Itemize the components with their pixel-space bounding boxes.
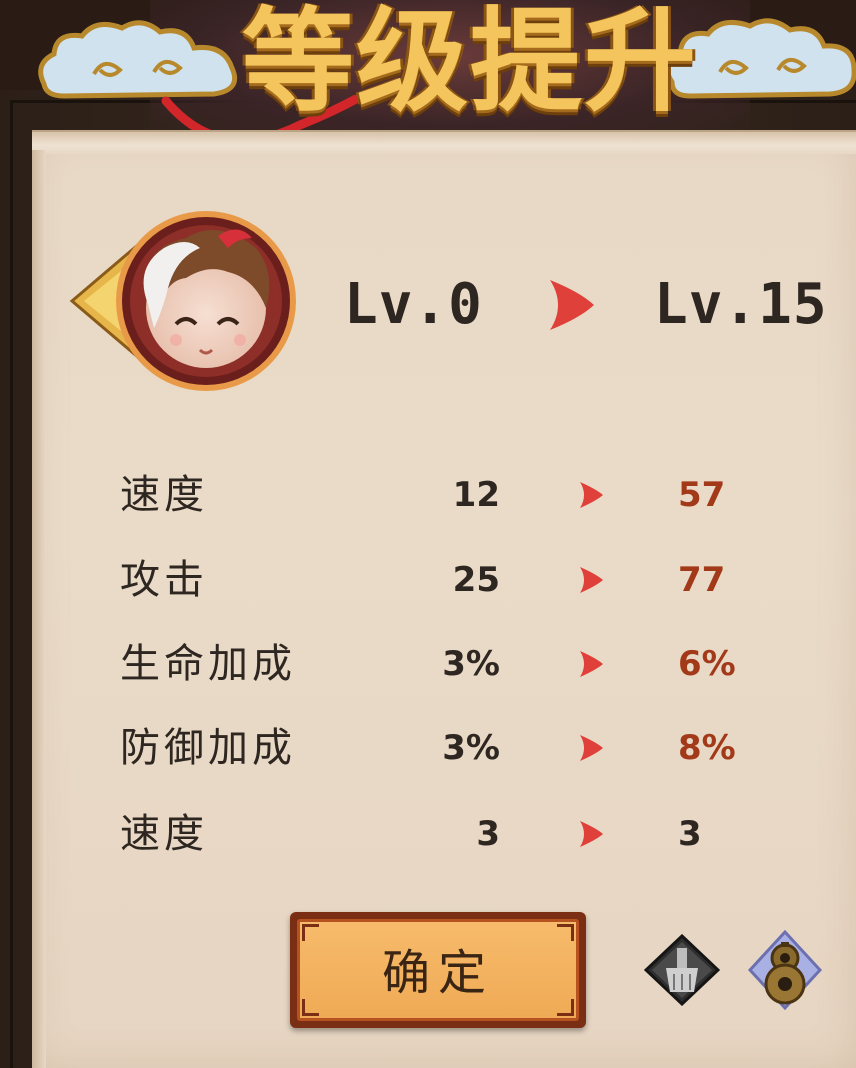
stat-row: 防御加成 3% 8% (0, 718, 856, 778)
red-arrow-icon (550, 280, 594, 330)
stat-to: 77 (678, 560, 726, 600)
stat-label: 生命加成 (120, 641, 296, 687)
confirm-button-face: 确定 (297, 919, 579, 1021)
stat-row: 速度 12 57 (0, 465, 856, 525)
stat-arrow-icon (580, 567, 603, 593)
stat-from: 12 (452, 475, 500, 515)
stat-row: 攻击 25 77 (0, 550, 856, 610)
stat-row: 生命加成 3% 6% (0, 634, 856, 694)
brush-icon[interactable] (644, 934, 720, 1006)
stat-arrow-icon (580, 651, 603, 677)
banner-title: 等级提升 (242, 0, 698, 127)
stat-row: 速度 3 3 (0, 804, 856, 864)
stat-arrow-icon (580, 735, 603, 761)
stat-from: 3% (442, 728, 500, 768)
stat-from: 25 (452, 560, 500, 600)
stat-to: 6% (678, 644, 736, 684)
stat-arrow-icon (580, 482, 603, 508)
stat-to: 8% (678, 728, 736, 768)
stat-label: 速度 (120, 811, 208, 857)
stat-to: 3 (678, 814, 702, 854)
confirm-label: 确定 (381, 945, 494, 1001)
stat-from: 3% (442, 644, 500, 684)
stat-arrow-icon (580, 821, 603, 847)
scroll-roll (32, 130, 856, 154)
stat-from: 3 (476, 814, 500, 854)
confirm-button[interactable]: 确定 (290, 912, 586, 1028)
level-to: Lv.15 (654, 272, 828, 337)
level-from: Lv.0 (344, 272, 483, 337)
stat-label: 攻击 (120, 557, 208, 603)
gourd-icon[interactable] (748, 930, 822, 1010)
stat-label: 防御加成 (120, 725, 296, 771)
character-portrait-icon[interactable] (68, 208, 298, 398)
title-banner: 等级提升 (0, 0, 856, 140)
stat-label: 速度 (120, 472, 208, 518)
stat-to: 57 (678, 475, 726, 515)
